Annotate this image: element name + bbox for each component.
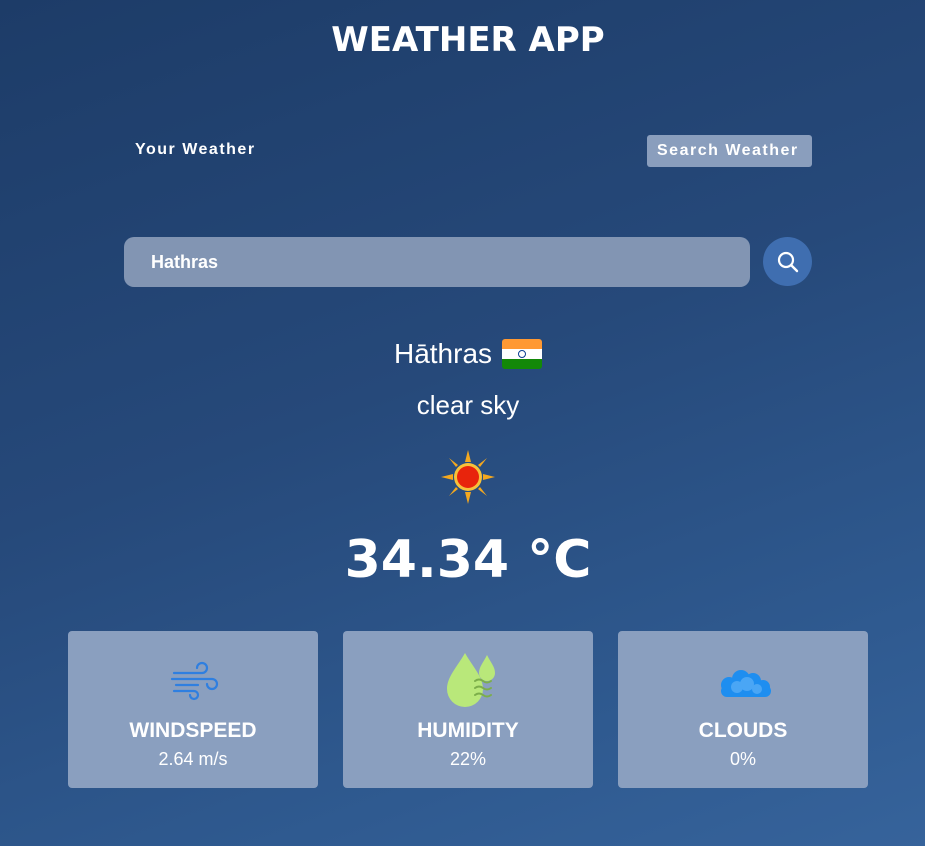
temperature-value: 34.34 °C bbox=[344, 530, 592, 590]
app-title: WEATHER APP bbox=[331, 20, 605, 60]
tab-search-weather[interactable]: Search Weather bbox=[647, 135, 812, 167]
clouds-icon bbox=[721, 670, 771, 697]
clouds-card: CLOUDS 0% bbox=[618, 631, 868, 788]
search-button[interactable] bbox=[763, 237, 812, 286]
windspeed-card: WINDSPEED 2.64 m/s bbox=[68, 631, 318, 788]
humidity-value: 22% bbox=[449, 749, 487, 769]
clouds-title: CLOUDS bbox=[698, 719, 788, 742]
windspeed-title: WINDSPEED bbox=[129, 719, 257, 742]
city-name: Hāthras bbox=[393, 338, 493, 369]
wind-icon bbox=[170, 661, 219, 701]
weather-description: clear sky bbox=[416, 390, 520, 420]
humidity-title: HUMIDITY bbox=[417, 719, 519, 742]
city-name-row: Hāthras bbox=[0, 338, 925, 370]
clouds-value: 0% bbox=[729, 749, 756, 769]
humidity-card: HUMIDITY 22% bbox=[343, 631, 593, 788]
sun-icon bbox=[441, 450, 495, 504]
windspeed-value: 2.64 m/s bbox=[158, 749, 228, 769]
search-input[interactable] bbox=[149, 250, 725, 274]
tab-your-weather[interactable]: Your Weather bbox=[125, 135, 266, 165]
india-flag-icon bbox=[502, 339, 543, 369]
search-icon bbox=[777, 251, 798, 272]
search-bar bbox=[124, 237, 750, 287]
humidity-icon bbox=[447, 653, 495, 707]
